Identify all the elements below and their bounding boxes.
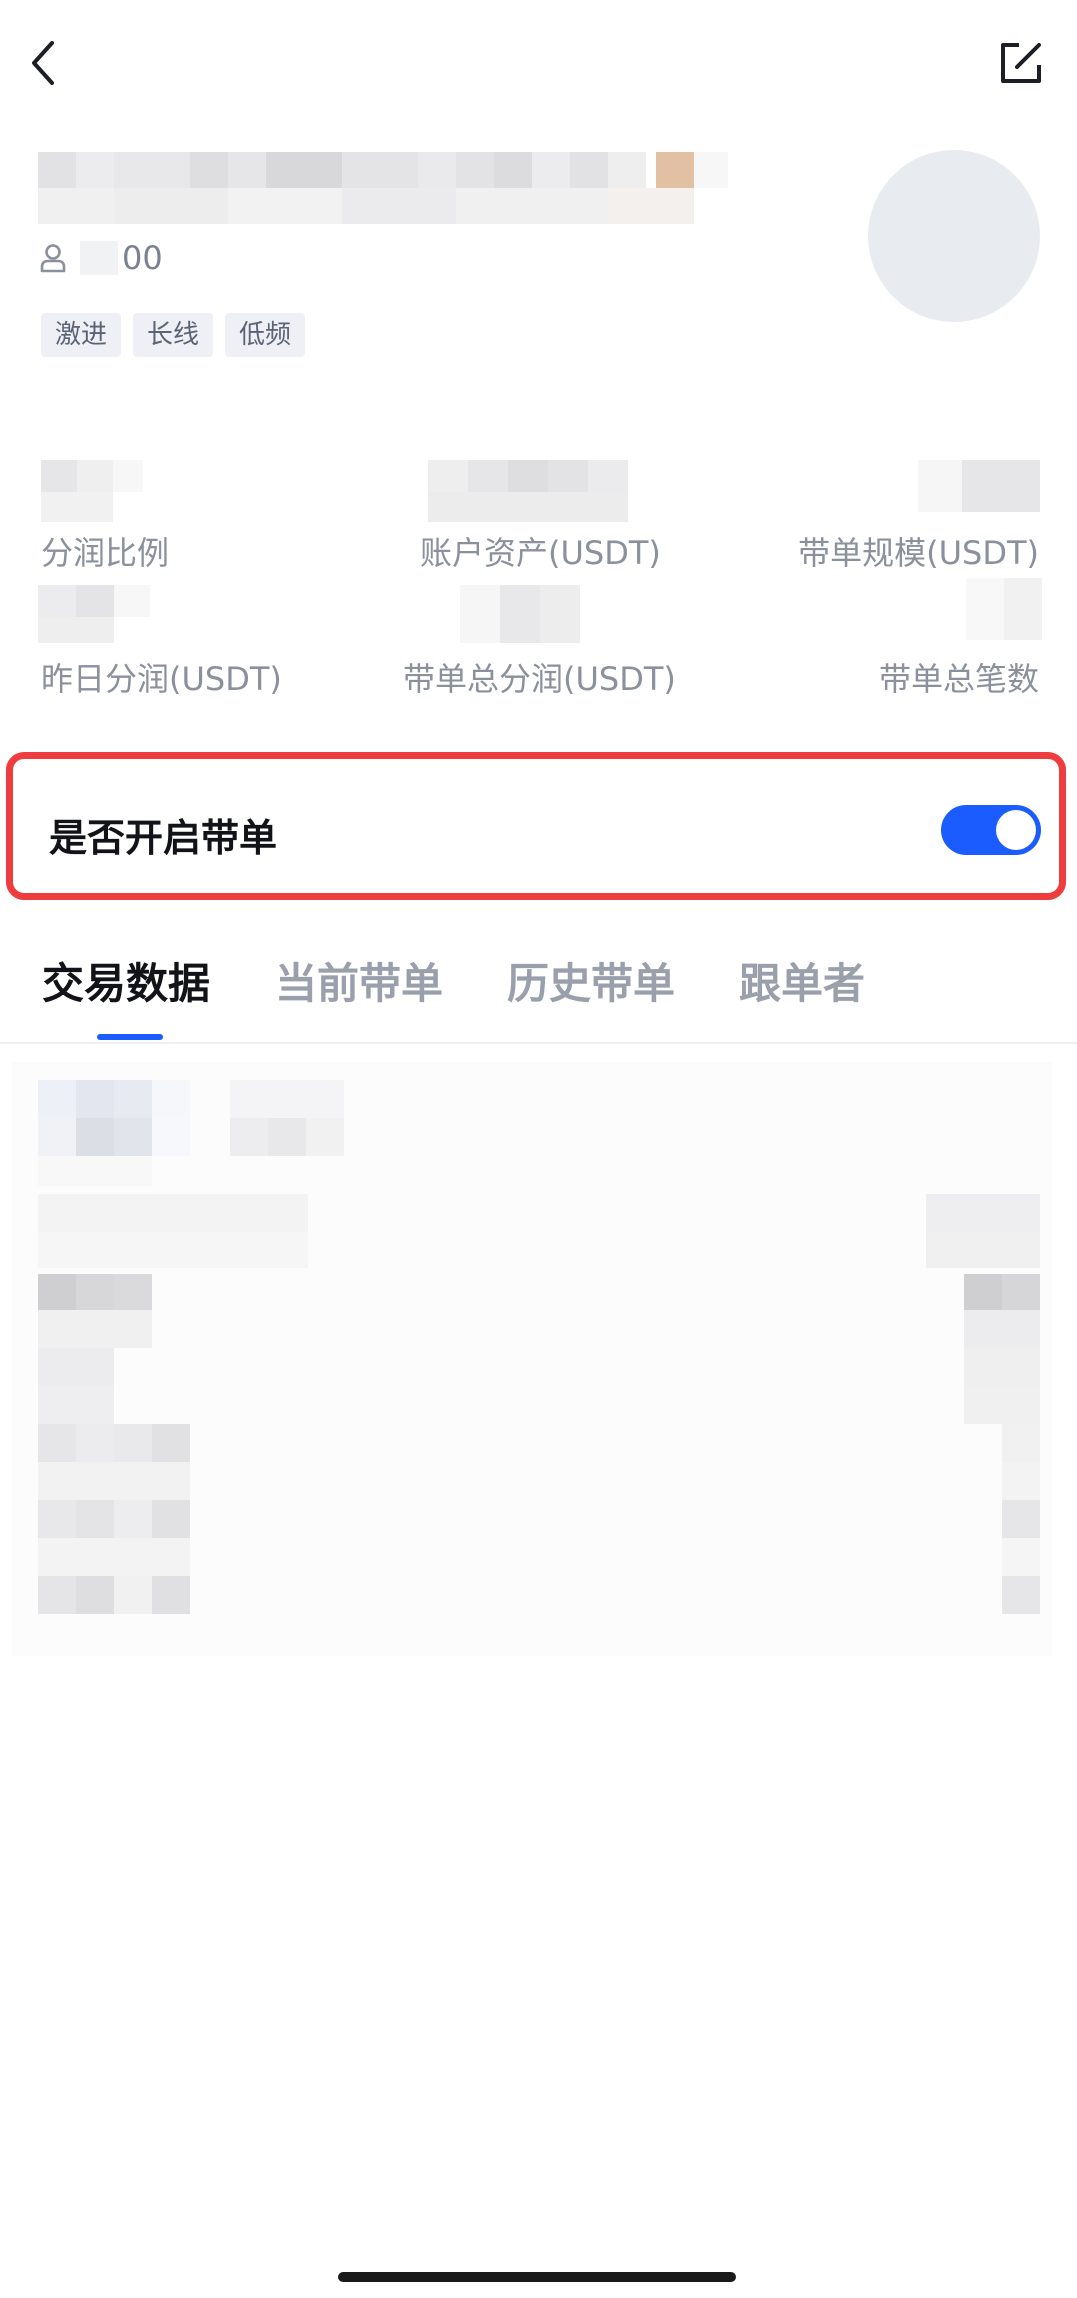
edit-button[interactable]: [988, 30, 1054, 96]
home-indicator: [338, 2272, 736, 2282]
stat-label-profit-share: 分润比例: [41, 534, 170, 572]
tab-bar: 交易数据 当前带单 历史带单 跟单者: [0, 930, 1077, 1044]
trading-data-panel-redacted: [12, 1062, 1052, 1656]
enable-copy-trading-label: 是否开启带单: [49, 816, 278, 860]
profit-share-value-redacted: [41, 460, 147, 522]
account-assets-value-redacted: [428, 460, 658, 522]
switch-knob: [996, 810, 1036, 850]
total-copy-profit-value-redacted: [460, 585, 580, 643]
stat-label-yesterday-profit: 昨日分润(USDT): [41, 660, 282, 698]
user-id-suffix: 00: [122, 239, 163, 277]
tag-low-frequency: 低频: [225, 313, 306, 357]
enable-copy-trading-card: 是否开启带单: [6, 752, 1066, 900]
tab-current-orders[interactable]: 当前带单: [275, 950, 443, 1011]
tag-aggressive: 激进: [41, 313, 122, 357]
active-tab-indicator: [97, 1034, 163, 1040]
enable-copy-trading-switch[interactable]: [941, 805, 1041, 855]
user-id-redacted: [80, 241, 118, 275]
back-button[interactable]: [28, 28, 88, 98]
tab-trading-data[interactable]: 交易数据: [42, 950, 210, 1011]
copy-scale-value-redacted: [918, 460, 1040, 512]
user-id-row: 00: [40, 234, 163, 282]
trader-name-redacted: [38, 152, 732, 224]
tab-history-orders[interactable]: 历史带单: [507, 950, 675, 1011]
tab-followers[interactable]: 跟单者: [739, 950, 865, 1011]
stat-label-total-copy-profit: 带单总分润(USDT): [403, 660, 676, 698]
stat-label-account-assets: 账户资产(USDT): [420, 534, 661, 572]
avatar: [868, 150, 1040, 322]
chevron-left-icon: [32, 41, 54, 85]
yesterday-profit-value-redacted: [38, 585, 150, 643]
total-copy-orders-value-redacted: [966, 578, 1042, 640]
user-icon: [40, 244, 66, 273]
tag-long-term: 长线: [133, 313, 214, 357]
stat-label-copy-scale: 带单规模(USDT): [798, 534, 1039, 572]
edit-icon: [1001, 43, 1041, 83]
style-tags: 激进 长线 低频: [41, 313, 306, 357]
stat-label-total-copy-orders: 带单总笔数: [878, 660, 1039, 698]
